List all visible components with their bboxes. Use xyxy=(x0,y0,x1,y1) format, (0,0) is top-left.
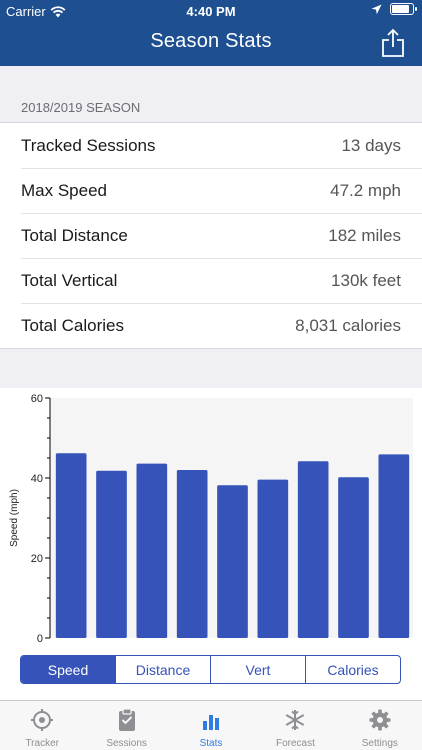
status-bar: Carrier 4:40 PM xyxy=(0,0,422,22)
stat-value: 182 miles xyxy=(328,225,401,245)
chart-bar xyxy=(217,485,248,638)
tab-label: Tracker xyxy=(25,738,59,749)
tab-settings[interactable]: Settings xyxy=(338,701,422,750)
stat-value: 13 days xyxy=(341,135,401,155)
tab-label: Stats xyxy=(199,738,223,749)
speed-bar-chart: 0 20 40 60 Speed (mph) xyxy=(9,393,413,645)
y-tick-label: 20 xyxy=(31,553,43,565)
season-header: 2018/2019 SEASON xyxy=(21,100,141,115)
stat-row-total-vertical: Total Vertical 130k feet xyxy=(0,258,422,303)
y-tick-label: 40 xyxy=(31,473,43,485)
stat-row-tracked-sessions: Tracked Sessions 13 days xyxy=(0,123,422,168)
tab-stats[interactable]: Stats xyxy=(169,701,253,750)
stat-label: Total Calories xyxy=(21,315,124,335)
tab-tracker[interactable]: Tracker xyxy=(0,701,84,750)
y-tick-label: 60 xyxy=(31,393,43,405)
stat-label: Total Vertical xyxy=(21,270,118,290)
stat-label: Tracked Sessions xyxy=(21,135,156,155)
chart-bar xyxy=(338,477,369,638)
gear-icon xyxy=(369,709,391,731)
stats-list: Tracked Sessions 13 days Max Speed 47.2 … xyxy=(0,122,422,349)
stat-label: Max Speed xyxy=(21,180,107,200)
clipboard-icon xyxy=(118,708,135,731)
chart-bar xyxy=(96,470,127,638)
stat-value: 47.2 mph xyxy=(330,180,401,200)
bar-chart-icon xyxy=(203,715,220,730)
battery-fill xyxy=(392,5,410,13)
segment-distance[interactable]: Distance xyxy=(115,656,210,683)
tab-forecast[interactable]: Forecast xyxy=(253,701,337,750)
metric-segmented-control: Speed Distance Vert Calories xyxy=(20,655,401,684)
chart-bar xyxy=(297,461,329,638)
stat-row-total-distance: Total Distance 182 miles xyxy=(0,213,422,258)
location-arrow-icon xyxy=(371,4,382,14)
chart-bar xyxy=(136,463,168,638)
stat-row-max-speed: Max Speed 47.2 mph xyxy=(0,168,422,213)
segment-vert[interactable]: Vert xyxy=(210,656,305,683)
page-title: Season Stats xyxy=(150,30,272,52)
speed-chart: 0 20 40 60 Speed (mph) xyxy=(0,388,422,650)
tab-bar: Tracker Sessions Stats Forecast Settings xyxy=(0,700,422,750)
snowflake-icon xyxy=(286,710,305,730)
chart-bar xyxy=(378,454,410,638)
segment-speed[interactable]: Speed xyxy=(21,656,115,683)
chart-bar xyxy=(257,479,289,638)
tab-label: Settings xyxy=(361,738,398,749)
chart-bar xyxy=(55,453,87,638)
y-axis-label: Speed (mph) xyxy=(9,489,20,547)
share-icon[interactable] xyxy=(380,28,406,58)
tab-sessions[interactable]: Sessions xyxy=(84,701,168,750)
battery-icon xyxy=(390,3,417,15)
stat-row-total-calories: Total Calories 8,031 calories xyxy=(0,303,422,348)
stat-label: Total Distance xyxy=(21,225,128,245)
chart-bar xyxy=(176,470,208,638)
segment-calories[interactable]: Calories xyxy=(305,656,400,683)
stat-value: 8,031 calories xyxy=(295,315,401,335)
tab-label: Forecast xyxy=(275,738,315,749)
top-bar: Carrier 4:40 PM Season Stats xyxy=(0,0,422,66)
tab-label: Sessions xyxy=(106,738,147,749)
crosshair-icon xyxy=(31,709,54,731)
stat-value: 130k feet xyxy=(331,270,401,290)
status-time: 4:40 PM xyxy=(186,4,236,19)
y-tick-label: 0 xyxy=(37,633,43,645)
